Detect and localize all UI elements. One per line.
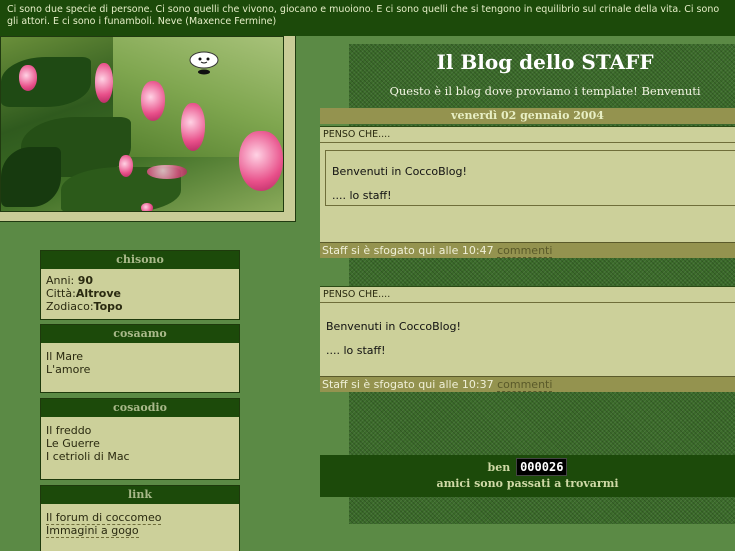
sidebar-box-title: cosaodio [41,399,239,417]
blog-post: PENSO CHE.... Benvenuti in CoccoBlog! ..… [320,286,735,392]
post-content-box: Benvenuti in CoccoBlog! .... lo staff! [325,150,735,206]
post-footer-text: Staff si è sfogato qui alle 10:37 [322,378,494,391]
sidebar-link[interactable]: Il forum di coccomeo [46,511,162,525]
sidebar-link[interactable]: Immagini a gogo [46,524,139,538]
header-photo-frame [0,36,296,222]
sidebar-box-chisono: chisono Anni: 90 Città:Altrove Zodiaco:T… [40,250,240,320]
post-line: Benvenuti in CoccoBlog! [326,320,461,333]
counter-suffix: amici sono passati a trovarmi [436,477,619,490]
comments-link[interactable]: commenti [497,378,553,392]
post-title: PENSO CHE.... [320,127,735,143]
blog-description: Questo è il blog dove proviamo i templat… [389,84,701,98]
post-footer: Staff si è sfogato qui alle 10:37 commen… [320,376,735,392]
visitor-counter: ben 000026 amici sono passati a trovarmi [320,455,735,497]
header-quote: Ci sono due specie di persone. Ci sono q… [0,0,735,36]
post-footer-text: Staff si è sfogato qui alle 10:47 [322,244,494,257]
list-item: Il Mare [46,350,84,363]
profile-row: Città:Altrove [46,287,121,300]
sidebar-box-cosaodio: cosaodio Il freddo Le Guerre I cetrioli … [40,398,240,480]
date-header: venerdì 02 gennaio 2004 [320,108,735,124]
post-line: .... lo staff! [326,344,386,357]
comments-link[interactable]: commenti [497,244,553,258]
profile-row: Anni: 90 [46,274,94,287]
blog-title: Il Blog dello STAFF [436,50,654,74]
sidebar-box-title: link [41,486,239,504]
list-item: Il freddo [46,424,92,437]
header-flower-photo [0,36,284,212]
sidebar-box-title: chisono [41,251,239,269]
list-item: L'amore [46,363,91,376]
post-footer: Staff si è sfogato qui alle 10:47 commen… [320,242,735,258]
ghost-mascot-icon [189,51,219,75]
blog-post: PENSO CHE.... Benvenuti in CoccoBlog! ..… [320,126,735,258]
sidebar-box-title: cosaamo [41,325,239,343]
counter-digits: 000026 [516,458,568,476]
profile-row: Zodiaco:Topo [46,300,123,313]
sidebar-box-cosaamo: cosaamo Il Mare L'amore [40,324,240,393]
counter-prefix: ben [487,461,511,474]
post-line: .... lo staff! [332,189,392,202]
post-line: Benvenuti in CoccoBlog! [332,165,467,178]
list-item: Le Guerre [46,437,100,450]
list-item: I cetrioli di Mac [46,450,130,463]
sidebar-box-link: link Il forum di coccomeo Immagini a gog… [40,485,240,551]
post-title: PENSO CHE.... [320,287,735,303]
